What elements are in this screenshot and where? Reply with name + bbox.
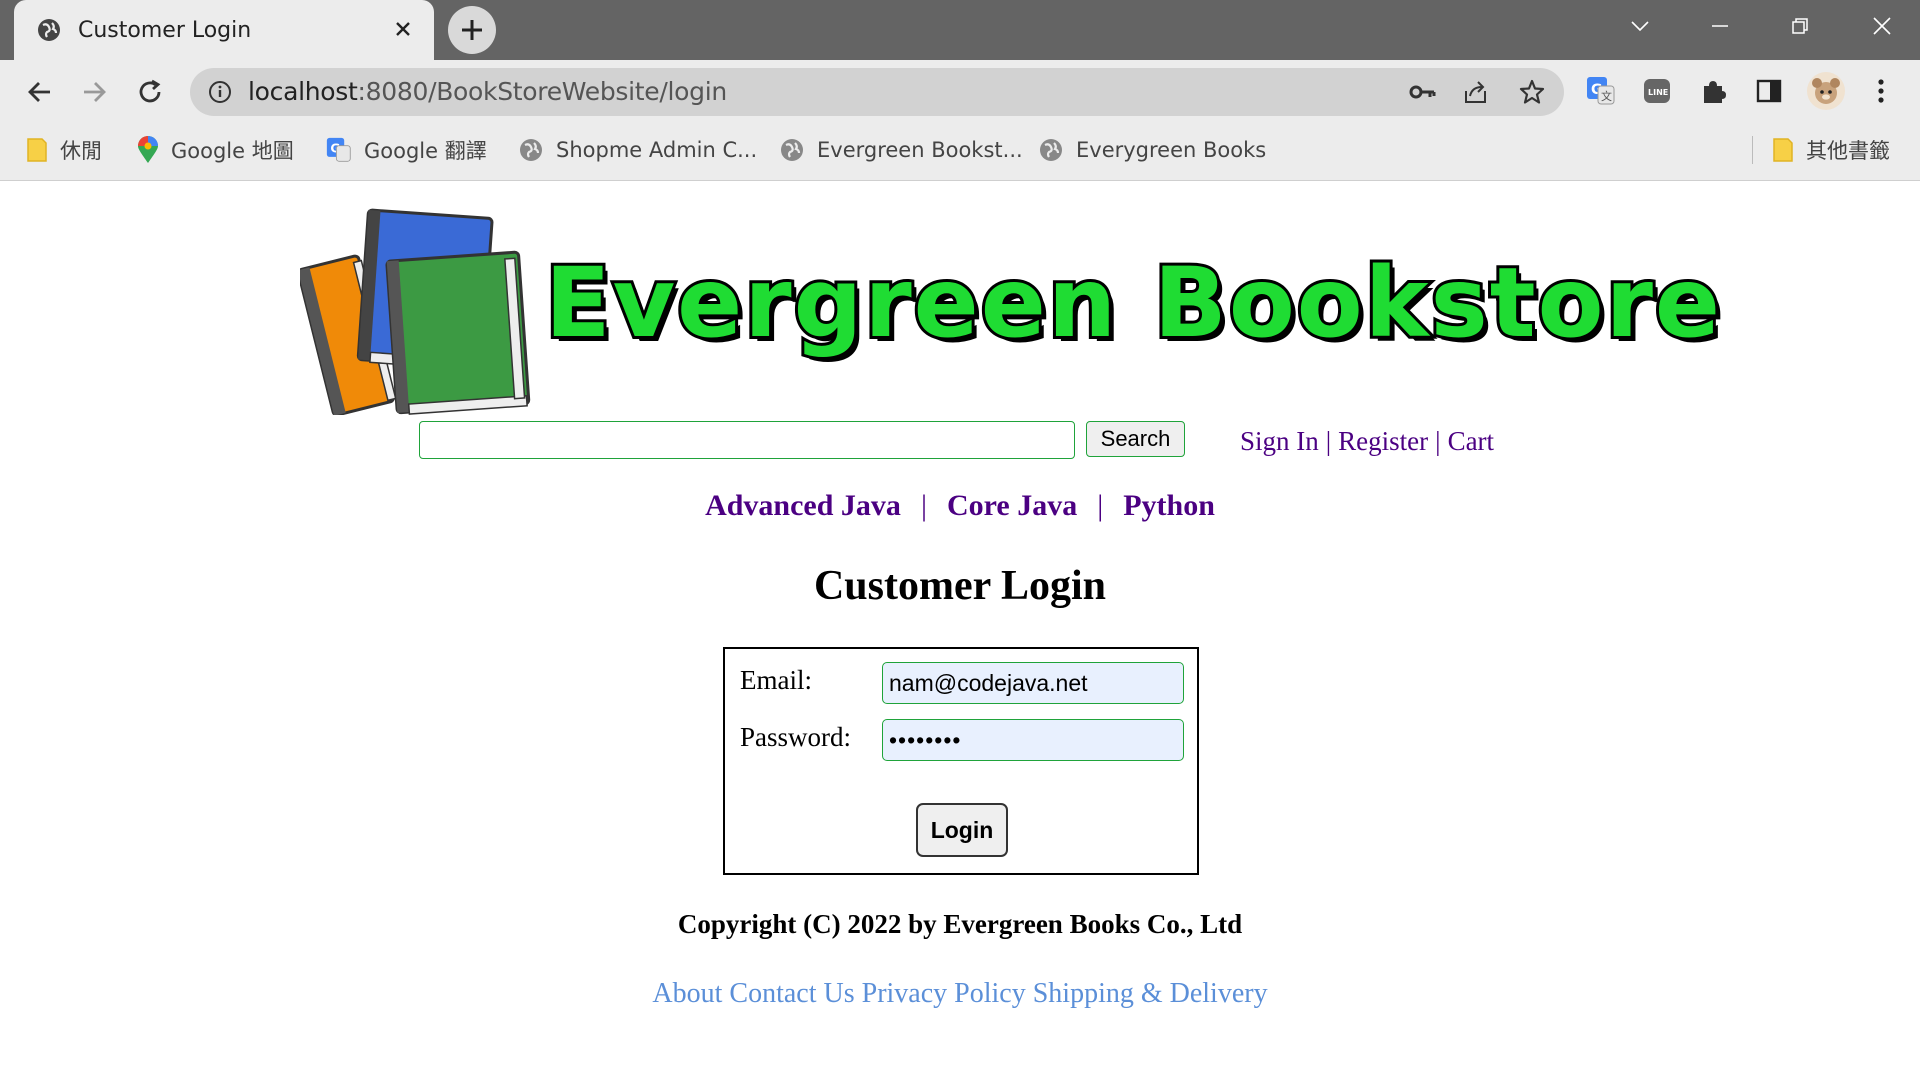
url-text[interactable]: localhost:8080/BookStoreWebsite/login: [248, 77, 727, 106]
new-tab-button[interactable]: [448, 6, 496, 54]
close-window-icon[interactable]: [1854, 0, 1910, 52]
menu-kebab-icon[interactable]: [1866, 76, 1896, 106]
bookmark-folder[interactable]: 休閒: [26, 134, 102, 166]
tab-search-icon[interactable]: [1612, 0, 1668, 52]
copyright-text: Copyright (C) 2022 by Evergreen Books Co…: [677, 909, 1243, 939]
minimize-icon[interactable]: [1692, 0, 1748, 52]
tab-bar: Customer Login: [0, 0, 1920, 60]
translate-icon: G: [326, 137, 351, 162]
svg-text:LINE: LINE: [1648, 88, 1668, 97]
category-separator: |: [1097, 489, 1104, 522]
login-form: Email: Password: Login: [723, 647, 1199, 875]
footer-link-about[interactable]: About: [652, 978, 722, 1009]
bookmark-star-icon[interactable]: [1518, 78, 1546, 106]
login-button[interactable]: Login: [916, 803, 1008, 857]
close-tab-icon[interactable]: [390, 16, 416, 42]
books-logo-icon: [300, 208, 531, 415]
register-link[interactable]: Register: [1338, 426, 1428, 457]
bookstore-logo[interactable]: Evergreen Bookstore: [300, 205, 1723, 415]
restore-icon[interactable]: [1772, 0, 1828, 52]
page-content: Evergreen Bookstore Search Sign In | Reg…: [0, 181, 1920, 1080]
tab-title: Customer Login: [78, 17, 252, 43]
bookmark-everygreen-books[interactable]: Everygreen Books: [1038, 134, 1266, 166]
svg-text:文: 文: [1601, 89, 1612, 103]
footer-links: About Contact Us Privacy Policy Shipping…: [0, 978, 1920, 1010]
category-separator: |: [920, 489, 927, 522]
folder-icon: [27, 138, 47, 162]
footer-link-contact-us[interactable]: Contact Us: [729, 978, 854, 1009]
google-translate-extension-icon[interactable]: G文: [1586, 76, 1616, 106]
email-label: Email:: [740, 665, 812, 695]
search-button[interactable]: Search: [1086, 421, 1185, 457]
maps-icon: [138, 136, 158, 163]
key-icon[interactable]: [1408, 78, 1436, 106]
page-title: Customer Login: [813, 563, 1107, 609]
site-info-icon[interactable]: [208, 80, 232, 104]
globe-icon: [520, 139, 542, 161]
bookmarks-bar: 休閒 Google 地圖 G Google 翻譯 Shopme Admin C.…: [0, 122, 1920, 181]
password-label: Password:: [740, 722, 852, 752]
email-field[interactable]: [882, 662, 1184, 704]
profile-avatar[interactable]: [1806, 71, 1846, 111]
reload-icon[interactable]: [130, 72, 170, 112]
globe-icon: [781, 139, 803, 161]
bookmark-evergreen-bookstore[interactable]: Evergreen Bookst...: [779, 134, 1023, 166]
bookmark-google-translate[interactable]: G Google 翻譯: [326, 134, 487, 166]
other-bookmarks-folder[interactable]: 其他書籤: [1772, 134, 1890, 166]
forward-icon[interactable]: [74, 72, 114, 112]
sign-in-link[interactable]: Sign In: [1240, 426, 1319, 457]
back-icon[interactable]: [20, 72, 60, 112]
category-core-java[interactable]: Core Java: [947, 489, 1077, 522]
footer-link-shipping-delivery[interactable]: Shipping & Delivery: [1033, 978, 1268, 1009]
footer-link-privacy-policy[interactable]: Privacy Policy: [862, 978, 1026, 1009]
category-python[interactable]: Python: [1123, 489, 1215, 522]
bookmark-google-maps[interactable]: Google 地圖: [137, 134, 294, 166]
password-field[interactable]: [882, 719, 1184, 761]
link-separator: |: [1435, 425, 1441, 456]
side-panel-icon[interactable]: [1754, 76, 1784, 106]
bookmark-shopme-admin[interactable]: Shopme Admin C...: [518, 134, 757, 166]
search-input[interactable]: [419, 421, 1075, 459]
globe-icon: [1040, 139, 1062, 161]
address-bar[interactable]: localhost:8080/BookStoreWebsite/login: [190, 68, 1564, 116]
browser-toolbar: localhost:8080/BookStoreWebsite/login G文…: [0, 60, 1920, 122]
line-extension-icon[interactable]: LINE: [1642, 76, 1672, 106]
browser-tab[interactable]: Customer Login: [14, 0, 434, 60]
category-advanced-java[interactable]: Advanced Java: [705, 489, 901, 522]
category-menu: Advanced Java | Core Java | Python: [0, 489, 1920, 523]
extensions-puzzle-icon[interactable]: [1698, 76, 1728, 106]
globe-icon: [38, 19, 60, 41]
logo-text: Evergreen Bookstore: [542, 244, 1723, 362]
share-icon[interactable]: [1462, 78, 1490, 106]
cart-link[interactable]: Cart: [1448, 426, 1495, 457]
account-links: Sign In | Register | Cart: [1240, 421, 1494, 461]
link-separator: |: [1325, 425, 1332, 456]
folder-icon: [1773, 138, 1793, 162]
bookmark-separator: [1752, 136, 1753, 164]
